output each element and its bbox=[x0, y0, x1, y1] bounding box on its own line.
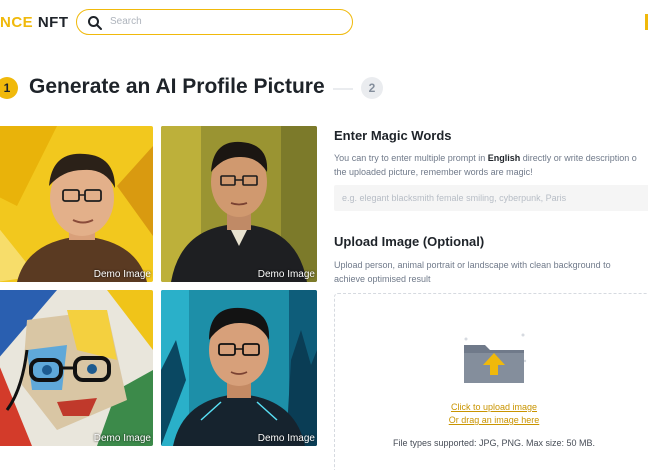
logo[interactable]: NCE NFT bbox=[0, 14, 69, 31]
search-placeholder: Search bbox=[110, 16, 142, 27]
demo-portrait-4 bbox=[161, 290, 317, 446]
demo-image-2[interactable]: Demo Image bbox=[161, 126, 317, 282]
demo-portrait-1 bbox=[0, 126, 153, 282]
magic-words-desc-part2: directly or write description o bbox=[520, 153, 637, 163]
search-box[interactable]: Search bbox=[76, 9, 353, 35]
magic-words-desc-bold: English bbox=[487, 153, 521, 163]
demo-portrait-3 bbox=[0, 290, 153, 446]
file-types-note: File types supported: JPG, PNG. Max size… bbox=[392, 438, 596, 448]
search-icon bbox=[88, 16, 102, 30]
magic-words-desc-part1: You can try to enter multiple prompt in bbox=[334, 153, 488, 163]
click-to-upload-link[interactable]: Click to upload image bbox=[334, 402, 648, 412]
step-1-indicator: 1 bbox=[0, 77, 18, 99]
upload-desc-line2: achieve optimised result bbox=[334, 273, 431, 284]
magic-words-input[interactable] bbox=[334, 185, 648, 211]
upload-image-title: Upload Image (Optional) bbox=[334, 234, 485, 249]
demo-image-1[interactable]: Demo Image bbox=[0, 126, 153, 282]
step-connector bbox=[333, 88, 353, 90]
magic-words-description: You can try to enter multiple prompt in … bbox=[334, 152, 648, 179]
demo-image-4[interactable]: Demo Image bbox=[161, 290, 317, 446]
drag-image-link[interactable]: Or drag an image here bbox=[334, 415, 648, 425]
logo-brand-text: NCE bbox=[0, 14, 34, 31]
folder-upload-icon bbox=[464, 333, 527, 383]
upload-description: Upload person, animal portrait or landsc… bbox=[334, 259, 648, 286]
magic-words-desc-line2: the uploaded picture, remember words are… bbox=[334, 166, 533, 177]
step-2-indicator[interactable]: 2 bbox=[361, 77, 383, 99]
demo-image-caption: Demo Image bbox=[93, 433, 151, 444]
logo-nft-text: NFT bbox=[37, 14, 69, 31]
demo-image-3[interactable]: Demo Image bbox=[0, 290, 153, 446]
demo-portrait-2 bbox=[161, 126, 317, 282]
demo-image-caption: Demo Image bbox=[93, 269, 151, 280]
page-title: Generate an AI Profile Picture bbox=[29, 75, 325, 98]
magic-words-title: Enter Magic Words bbox=[334, 128, 452, 143]
demo-image-caption: Demo Image bbox=[257, 433, 315, 444]
demo-image-caption: Demo Image bbox=[257, 269, 315, 280]
upload-desc-line1: Upload person, animal portrait or landsc… bbox=[334, 260, 611, 270]
